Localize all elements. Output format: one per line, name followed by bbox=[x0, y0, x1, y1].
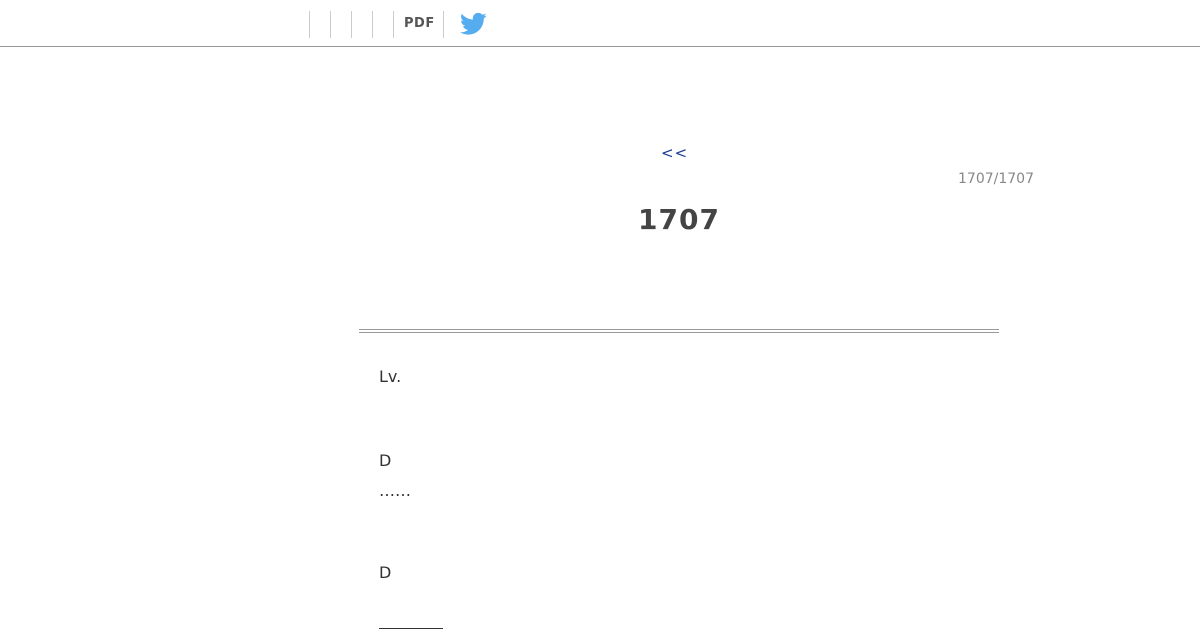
toolbar-separator bbox=[309, 11, 310, 38]
toolbar-separator bbox=[330, 11, 331, 38]
page-title: 1707 bbox=[638, 203, 720, 236]
toolbar-separator bbox=[443, 11, 444, 38]
toolbar-separator bbox=[351, 11, 352, 38]
pdf-button[interactable]: PDF bbox=[404, 16, 435, 31]
toolbar-separator bbox=[372, 11, 373, 38]
content-line: …… bbox=[379, 481, 411, 500]
section-divider bbox=[359, 329, 999, 333]
toolbar-separator bbox=[393, 11, 394, 38]
page-counter: 1707/1707 bbox=[958, 171, 1034, 187]
top-toolbar: PDF bbox=[0, 0, 1200, 47]
twitter-icon[interactable] bbox=[460, 12, 487, 36]
footnote-rule bbox=[379, 628, 443, 629]
content-line: D bbox=[379, 451, 392, 470]
content-line: Lv. bbox=[379, 367, 402, 386]
previous-page-link[interactable]: << bbox=[661, 144, 688, 162]
content-line: D bbox=[379, 563, 392, 582]
